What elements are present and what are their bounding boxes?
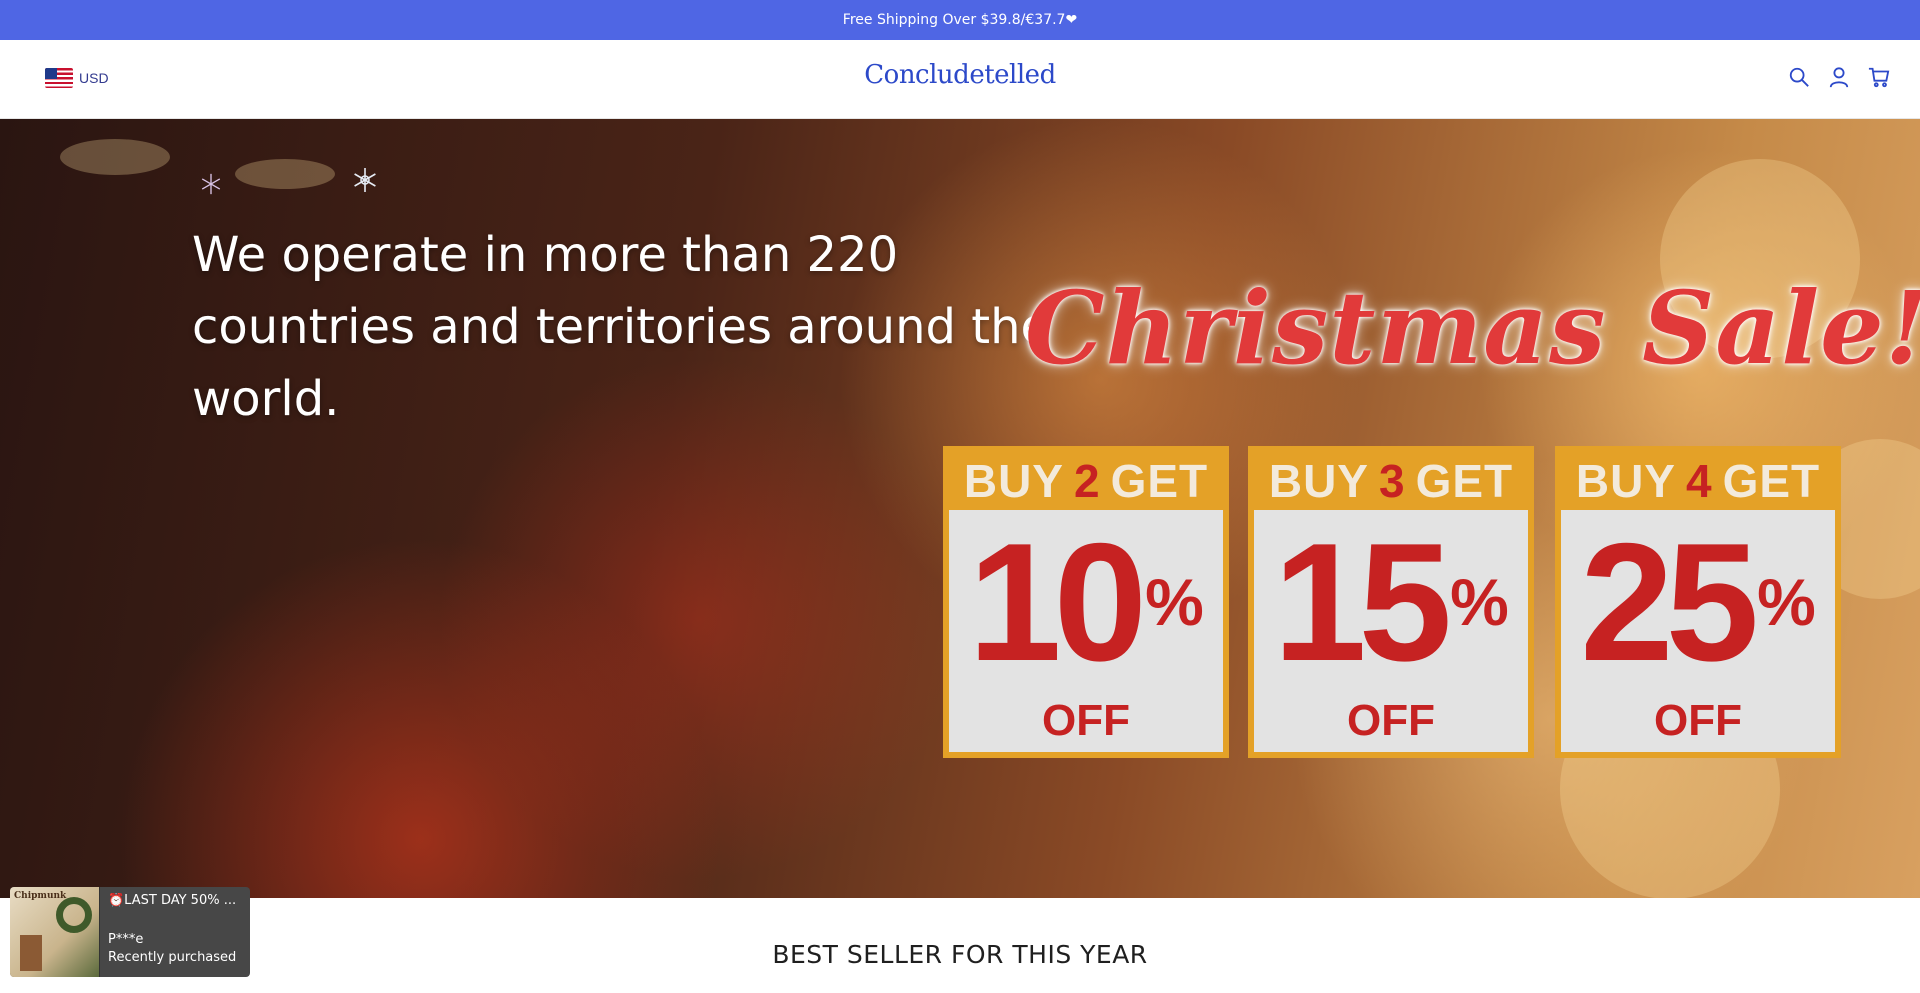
- announcement-bar: Free Shipping Over $39.8/€37.7❤: [0, 0, 1920, 40]
- door-image: [20, 935, 42, 971]
- popup-product-name: ⏰LAST DAY 50% ...: [108, 893, 237, 908]
- account-icon[interactable]: [1828, 66, 1850, 88]
- recent-purchase-popup[interactable]: Chipmunk ⏰LAST DAY 50% ... P***e Recentl…: [10, 887, 250, 977]
- offer-quantity: 3: [1378, 455, 1406, 507]
- offer-heading: BUY 3 GET: [1254, 452, 1528, 510]
- hero-headline: We operate in more than 220 countries an…: [192, 227, 1051, 427]
- offer-quantity: 2: [1073, 455, 1101, 507]
- offer-off-label: OFF: [1042, 696, 1130, 745]
- offer-get-label: GET: [1722, 455, 1821, 507]
- christmas-sale-title: Christmas Sale!: [1025, 269, 1920, 387]
- offer-get-label: GET: [1110, 455, 1209, 507]
- offer-get-label: GET: [1415, 455, 1514, 507]
- popup-status: Recently purchased: [108, 950, 237, 965]
- offer-percent-sign: %: [1145, 565, 1204, 639]
- section-title: BEST SELLER FOR THIS YEAR: [772, 940, 1148, 969]
- bokeh-light: [60, 139, 170, 175]
- offer-buy-label: BUY: [963, 455, 1064, 507]
- offer-discount: 10 % OFF: [949, 510, 1223, 752]
- offer-card[interactable]: BUY 2 GET 10 % OFF: [943, 446, 1229, 758]
- offer-quantity: 4: [1685, 455, 1713, 507]
- offer-percent-sign: %: [1757, 565, 1816, 639]
- announcement-text: Free Shipping Over $39.8/€37.7❤: [842, 12, 1078, 28]
- offer-card[interactable]: BUY 4 GET 25 % OFF: [1555, 446, 1841, 758]
- offer-card[interactable]: BUY 3 GET 15 % OFF: [1248, 446, 1534, 758]
- cart-icon[interactable]: [1868, 66, 1890, 88]
- offer-percent: 25: [1580, 508, 1759, 696]
- offer-heading: BUY 2 GET: [949, 452, 1223, 510]
- offer-percent-sign: %: [1450, 565, 1509, 639]
- site-logo[interactable]: Concludetelled: [0, 60, 1920, 90]
- header-actions: [1788, 66, 1890, 88]
- bokeh-light: [235, 159, 335, 189]
- offer-off-label: OFF: [1654, 696, 1742, 745]
- site-header: USD Concludetelled: [0, 40, 1920, 119]
- snowflake-icon: [201, 173, 221, 195]
- offer-percent: 15: [1273, 508, 1452, 696]
- hero-banner[interactable]: We operate in more than 220 countries an…: [0, 119, 1920, 898]
- offer-discount: 15 % OFF: [1254, 510, 1528, 752]
- popup-buyer: P***e: [108, 932, 144, 947]
- snowflake-icon: [354, 168, 376, 192]
- popup-text: ⏰LAST DAY 50% ... P***e Recently purchas…: [100, 887, 250, 977]
- offer-discount: 25 % OFF: [1561, 510, 1835, 752]
- search-icon[interactable]: [1788, 66, 1810, 88]
- offer-buy-label: BUY: [1268, 455, 1369, 507]
- offer-heading: BUY 4 GET: [1561, 452, 1835, 510]
- offer-percent: 10: [968, 508, 1147, 696]
- offer-off-label: OFF: [1347, 696, 1435, 745]
- offer-buy-label: BUY: [1575, 455, 1676, 507]
- product-thumbnail: Chipmunk: [10, 887, 100, 977]
- thumbnail-text: Chipmunk: [14, 891, 67, 901]
- wreath-image: [56, 897, 92, 933]
